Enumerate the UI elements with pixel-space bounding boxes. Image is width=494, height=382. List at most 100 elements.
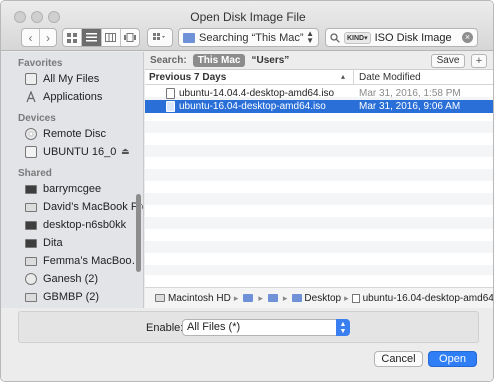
sidebar-header-devices: Devices	[18, 113, 56, 124]
column-divider[interactable]	[353, 70, 354, 85]
computer-icon	[25, 184, 37, 194]
cover-flow-view-button[interactable]	[119, 29, 139, 46]
add-criteria-button[interactable]: +	[471, 54, 487, 68]
sidebar-item-label: UBUNTU 16_0	[43, 146, 117, 158]
sidebar-item-ganesh[interactable]: Ganesh (2)	[25, 271, 98, 287]
applications-icon	[26, 91, 36, 103]
iso-file-icon	[166, 88, 175, 99]
file-row[interactable]: ubuntu-14.04.4-desktop-amd64.iso Mar 31,…	[145, 87, 493, 100]
sidebar-item-ubuntu-drive[interactable]: UBUNTU 16_0	[25, 144, 116, 160]
clear-search-icon[interactable]: ×	[462, 32, 473, 43]
file-date: Mar 31, 2016, 1:58 PM	[359, 88, 461, 99]
view-mode-segmented	[62, 28, 140, 47]
path-separator: ▸	[233, 292, 239, 303]
search-icon	[330, 32, 340, 43]
chevron-right-icon: ›	[45, 30, 50, 45]
icon-view-button[interactable]	[63, 29, 81, 46]
computer-icon	[25, 220, 37, 230]
search-field[interactable]: KIND▾ ISO Disk Image ×	[325, 28, 478, 47]
sidebar-item-applications[interactable]: Applications	[25, 89, 102, 105]
enable-select-value: All Files (*)	[187, 321, 241, 333]
eject-icon[interactable]: ⏏	[121, 146, 130, 157]
all-files-icon	[25, 73, 37, 85]
folder-icon	[183, 32, 195, 43]
search-scope-bar: Search: This Mac “Users” Save +	[145, 52, 493, 70]
arrange-grid-icon	[153, 32, 165, 40]
title-bar: Open Disk Image File ‹ › Searching “This…	[1, 1, 493, 51]
file-name: ubuntu-14.04.4-desktop-amd64.iso	[179, 88, 335, 99]
chevron-left-icon: ‹	[28, 30, 33, 45]
sidebar-item-barrymcgee[interactable]: barrymcgee	[25, 181, 101, 197]
forward-button[interactable]: ›	[38, 29, 56, 46]
open-button[interactable]: Open	[428, 351, 477, 367]
column-view-icon	[105, 33, 117, 42]
column-name-header[interactable]: Previous 7 Days	[149, 72, 226, 83]
disc-icon	[25, 128, 37, 140]
sidebar-item-gbmbp[interactable]: GBMBP (2)	[25, 289, 99, 305]
drive-icon	[25, 146, 37, 158]
sidebar-header-favorites: Favorites	[18, 58, 63, 69]
column-view-button[interactable]	[100, 29, 120, 46]
scope-this-mac-button[interactable]: This Mac	[192, 54, 246, 67]
file-row-selected[interactable]: ubuntu-16.04-desktop-amd64.iso Mar 31, 2…	[145, 100, 493, 113]
sidebar-item-all-my-files[interactable]: All My Files	[25, 71, 99, 87]
iso-file-icon	[351, 293, 360, 303]
sidebar-scrollbar[interactable]	[136, 194, 141, 272]
sidebar-item-label: Applications	[43, 91, 103, 103]
icon-view-icon	[67, 32, 78, 43]
sidebar-item-femmas-macbook[interactable]: Femma’s MacBoo…	[25, 253, 142, 269]
sidebar-item-dita[interactable]: Dita	[25, 235, 63, 251]
window-title: Open Disk Image File	[190, 10, 306, 24]
column-header: Previous 7 Days ▴ Date Modified	[145, 70, 493, 85]
location-label: Searching “This Mac”	[199, 31, 304, 44]
scope-users-button[interactable]: “Users”	[251, 55, 289, 66]
path-file[interactable]: ubuntu-16.04-desktop-amd64.iso	[363, 293, 493, 304]
path-bar: Macintosh HD ▸ U ▸ p ▸ Desktop ▸ ubuntu-…	[145, 287, 493, 308]
sidebar-item-label: Ganesh (2)	[43, 273, 99, 285]
file-name: ubuntu-16.04-desktop-amd64.iso	[179, 101, 326, 112]
open-dialog-window: Open Disk Image File ‹ › Searching “This…	[0, 0, 494, 382]
laptop-icon	[25, 256, 37, 266]
search-kind-token[interactable]: KIND▾	[344, 31, 371, 44]
enable-panel: Enable: All Files (*) ▲ ▼	[18, 311, 479, 343]
sidebar-item-remote-disc[interactable]: Remote Disc	[25, 126, 106, 142]
enable-file-type-select[interactable]: All Files (*) ▲ ▼	[182, 319, 350, 336]
iso-file-icon	[166, 101, 175, 112]
path-drive[interactable]: Macintosh HD	[168, 293, 231, 304]
sidebar-item-label: desktop-n6sb0kk	[43, 219, 127, 231]
sidebar: Favorites All My Files Applications Devi…	[1, 52, 144, 308]
path-separator: ▸	[258, 292, 263, 303]
path-separator: ▸	[344, 292, 349, 303]
sidebar-header-shared: Shared	[18, 168, 52, 179]
cancel-button[interactable]: Cancel	[374, 351, 423, 367]
updown-arrows-icon: ▲ ▼	[336, 319, 350, 336]
cover-flow-icon	[123, 33, 136, 42]
file-date: Mar 31, 2016, 9:06 AM	[359, 101, 461, 112]
sidebar-item-label: GBMBP (2)	[43, 291, 100, 303]
sidebar-item-label: All My Files	[43, 73, 100, 85]
list-view-button[interactable]	[81, 29, 101, 46]
computer-icon	[25, 238, 37, 248]
file-browser: Search: This Mac “Users” Save + Previous…	[145, 52, 493, 308]
sidebar-item-davids-macbook-pro[interactable]: David’s MacBook Pro	[25, 199, 143, 215]
path-desktop[interactable]: Desktop	[304, 293, 341, 304]
dialog-footer: Enable: All Files (*) ▲ ▼ Cancel Open	[1, 308, 493, 381]
updown-arrows-icon: ▲ ▼	[306, 29, 314, 45]
back-button[interactable]: ‹	[22, 29, 39, 46]
save-search-button[interactable]: Save	[431, 54, 465, 68]
enable-label: Enable:	[146, 322, 184, 334]
column-date-header[interactable]: Date Modified	[359, 72, 421, 83]
folder-icon	[267, 294, 278, 302]
sidebar-item-label: Dita	[43, 237, 63, 249]
location-popup[interactable]: Searching “This Mac” ▲ ▼	[178, 28, 319, 47]
back-forward-group: ‹ ›	[21, 28, 57, 47]
globe-icon	[25, 273, 37, 285]
sidebar-item-label: Remote Disc	[43, 128, 106, 140]
drive-icon	[155, 294, 165, 302]
path-separator: ▸	[282, 292, 288, 303]
arrange-button[interactable]	[147, 28, 173, 47]
sidebar-item-desktop-n6sb0kk[interactable]: desktop-n6sb0kk	[25, 217, 126, 233]
sort-indicator-icon: ▴	[341, 72, 346, 81]
folder-icon	[292, 294, 303, 302]
search-query-text: ISO Disk Image	[374, 31, 452, 44]
